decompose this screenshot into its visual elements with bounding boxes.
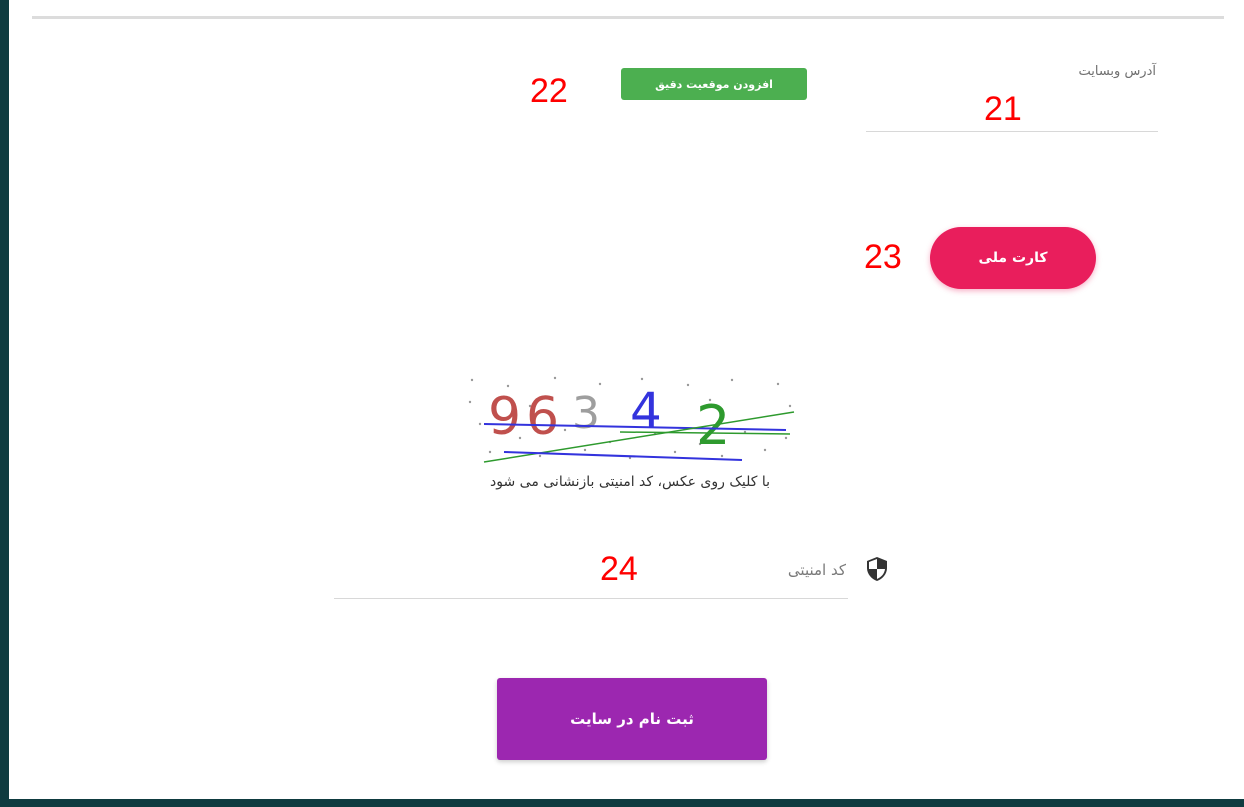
captcha-digit-3: 3 (572, 388, 600, 439)
add-precise-location-button[interactable]: افزودن موقعیت دقیق (621, 68, 807, 100)
register-submit-button[interactable]: ثبت نام در سایت (497, 678, 767, 760)
marker-23: 23 (864, 238, 902, 276)
marker-22: 22 (530, 72, 568, 110)
website-label: آدرس وبسایت (1078, 64, 1156, 79)
captcha-image[interactable]: 9 6 3 4 2 (460, 372, 800, 472)
security-code-input[interactable] (336, 548, 846, 592)
security-code-underline (334, 598, 848, 599)
captcha-digit-1: 9 (488, 387, 521, 447)
captcha-graphic: 9 6 3 4 2 (468, 376, 795, 463)
shield-icon (865, 556, 889, 582)
national-card-button[interactable]: کارت ملی (930, 227, 1096, 289)
window-left-border (0, 0, 9, 807)
captcha-digit-2: 6 (526, 387, 559, 447)
section-divider (32, 16, 1224, 19)
marker-24: 24 (600, 550, 638, 588)
captcha-hint-text: با کلیک روی عکس، کد امنیتی بازنشانی می ش… (490, 474, 770, 490)
marker-21: 21 (984, 90, 1022, 128)
website-input-underline (866, 131, 1158, 132)
captcha-digit-4: 4 (630, 382, 662, 440)
window-bottom-border (0, 799, 1244, 807)
